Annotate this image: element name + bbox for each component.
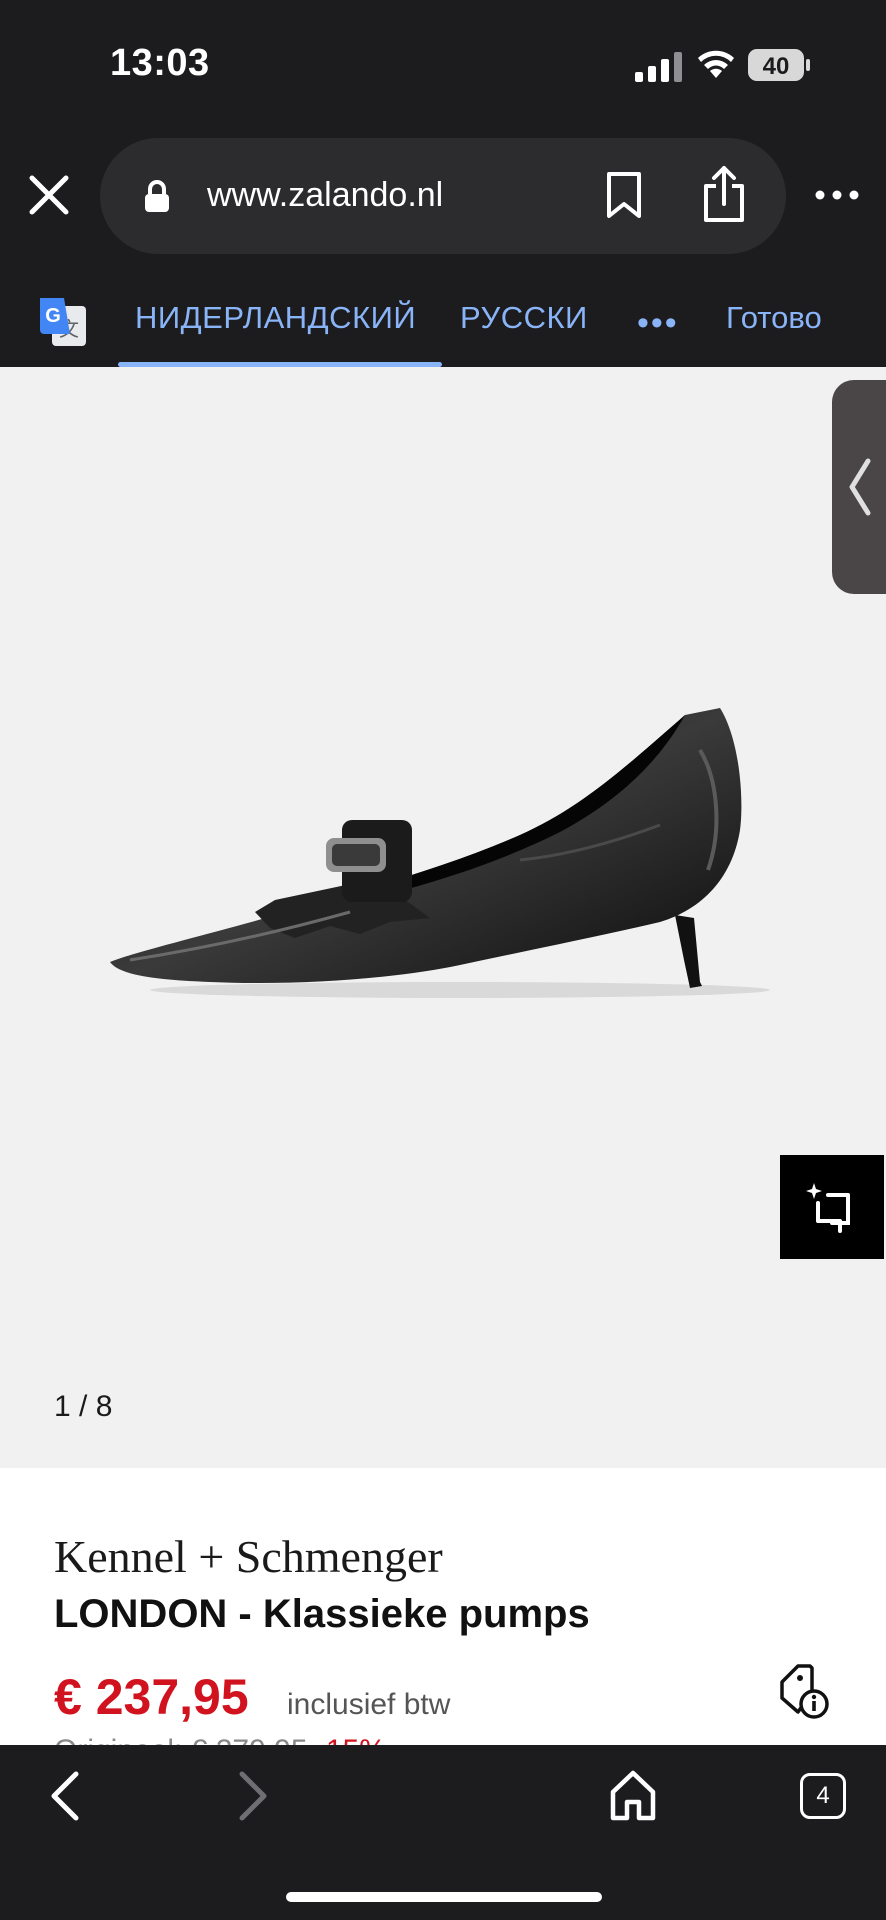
share-icon[interactable]	[700, 164, 748, 224]
tabs-icon[interactable]: 4	[800, 1773, 846, 1819]
close-icon[interactable]	[26, 172, 72, 218]
side-panel-chevron-icon[interactable]	[846, 455, 874, 519]
translate-more-button[interactable]: •••	[637, 304, 679, 343]
vat-note: inclusief btw	[287, 1688, 451, 1721]
signal-icon	[635, 52, 682, 82]
home-indicator	[286, 1892, 602, 1902]
back-icon[interactable]	[44, 1768, 84, 1824]
svg-text:G: G	[45, 305, 61, 327]
image-counter: 1 / 8	[54, 1390, 113, 1423]
wifi-icon	[698, 50, 734, 78]
translate-done-button[interactable]: Готово	[726, 300, 822, 336]
home-icon[interactable]	[608, 1768, 658, 1822]
tab-target-language[interactable]: РУССКИ	[460, 300, 588, 336]
product-price: € 237,95	[54, 1669, 249, 1725]
forward-icon[interactable]	[234, 1768, 274, 1824]
ai-crop-icon	[806, 1183, 850, 1233]
product-shoe-image	[110, 708, 770, 998]
battery-level: 40	[763, 53, 790, 80]
bookmark-icon[interactable]	[602, 170, 646, 220]
tab-source-language[interactable]: НИДЕРЛАНДСКИЙ	[135, 300, 416, 336]
ai-crop-button[interactable]	[780, 1155, 884, 1259]
status-time: 13:03	[110, 42, 210, 84]
url-text[interactable]: www.zalando.nl	[207, 176, 443, 215]
product-brand[interactable]: Kennel + Schmenger	[54, 1530, 443, 1583]
lock-icon	[145, 180, 169, 212]
battery-icon: 40	[748, 49, 810, 81]
google-translate-icon[interactable]: 文 G	[36, 296, 88, 348]
price-info-icon[interactable]	[778, 1662, 830, 1722]
more-icon[interactable]	[814, 180, 860, 210]
product-name: LONDON - Klassieke pumps	[54, 1592, 590, 1636]
